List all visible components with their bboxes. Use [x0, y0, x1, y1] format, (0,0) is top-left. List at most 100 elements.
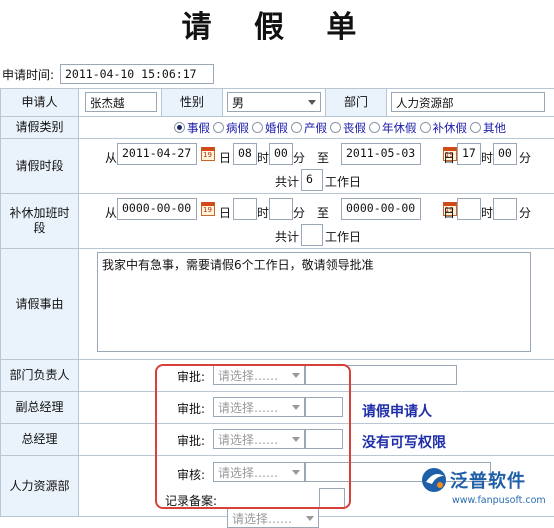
reason-textarea[interactable]: 我家中有急事，需要请假6个工作日，敬请领导批准 [97, 252, 531, 352]
annotation-applicant: 请假申请人 [362, 404, 432, 420]
leave-type-option[interactable]: 病假 [213, 120, 249, 136]
leave-type-label: 请假类别 [0, 116, 79, 139]
apply-time-row: 申请时间: 2011-04-10 15:06:17 [0, 62, 214, 86]
radio-button[interactable] [252, 122, 263, 133]
hr-label: 人力资源部 [0, 455, 79, 517]
radio-button[interactable] [174, 122, 185, 133]
leave-type-option-label: 年休假 [382, 120, 417, 135]
leave-type-option-label: 丧假 [343, 120, 366, 135]
leave-type-option-label: 事假 [187, 120, 210, 135]
minute-unit: 分 [519, 206, 532, 220]
leave-type-option-label: 产假 [304, 120, 327, 135]
leave-type-option[interactable]: 婚假 [252, 120, 288, 136]
calendar-icon[interactable] [201, 147, 215, 161]
comp-total-days[interactable] [301, 224, 323, 246]
department-field[interactable]: 人力资源部 [391, 92, 545, 112]
approve-label: 审批: [177, 434, 206, 448]
hour-unit: 时 [257, 206, 270, 220]
leave-type-option[interactable]: 其他 [470, 120, 506, 136]
leave-type-option[interactable]: 丧假 [330, 120, 366, 136]
leave-type-option[interactable]: 事假 [174, 120, 210, 136]
chevron-down-icon [308, 100, 316, 105]
record-label: 记录备案: [165, 494, 218, 508]
approve-label: 审批: [177, 402, 206, 416]
comp-end-date[interactable]: 0000-00-00 [341, 198, 421, 220]
leave-type-option[interactable]: 年休假 [369, 120, 417, 136]
hr-record-comment[interactable] [319, 488, 345, 508]
leave-type-option-label: 病假 [226, 120, 249, 135]
leave-type-option[interactable]: 补休假 [419, 120, 467, 136]
total-unit: 工作日 [325, 175, 362, 189]
to-label: 至 [317, 206, 330, 220]
radio-button[interactable] [291, 122, 302, 133]
day-unit: 日 [443, 206, 456, 220]
radio-button[interactable] [419, 122, 431, 133]
leave-type-option[interactable]: 产假 [291, 120, 327, 136]
radio-button[interactable] [330, 122, 341, 133]
leave-end-date[interactable]: 2011-05-03 [341, 143, 421, 165]
comp-end-minute[interactable] [493, 198, 517, 220]
from-label: 从 [105, 206, 118, 220]
chevron-down-icon [292, 373, 300, 378]
day-unit: 日 [443, 151, 456, 165]
gm-label: 总经理 [0, 423, 79, 456]
gm-select[interactable]: 请选择…… [213, 429, 305, 449]
comp-start-date[interactable]: 0000-00-00 [117, 198, 197, 220]
dept-head-label: 部门负责人 [0, 359, 79, 392]
leave-end-hour[interactable]: 17 [457, 143, 481, 165]
gender-value: 男 [232, 95, 245, 110]
radio-button[interactable] [213, 122, 224, 133]
vp-label: 副总经理 [0, 391, 79, 424]
chevron-down-icon [292, 470, 300, 475]
approve-label: 审批: [177, 370, 206, 384]
day-unit: 日 [219, 151, 232, 165]
leave-type-option-label: 婚假 [265, 120, 288, 135]
department-label: 部门 [325, 89, 387, 116]
review-label: 审核: [177, 468, 206, 482]
vp-select[interactable]: 请选择…… [213, 397, 305, 417]
gm-comment[interactable] [305, 429, 343, 449]
page-title: 请 假 单 [181, 10, 373, 45]
apply-time-label: 申请时间: [2, 67, 55, 82]
logo-url: www.fanpusoft.com [452, 495, 546, 506]
leave-start-date[interactable]: 2011-04-27 [117, 143, 197, 165]
annotation-no-permission: 没有可写权限 [362, 435, 446, 451]
dept-head-comment[interactable] [305, 365, 457, 385]
leave-period-label: 请假时段 [0, 138, 79, 194]
vp-comment[interactable] [305, 397, 343, 417]
applicant-field[interactable]: 张杰越 [85, 92, 157, 112]
leave-start-hour[interactable]: 08 [233, 143, 257, 165]
radio-button[interactable] [470, 122, 481, 133]
logo-icon [422, 468, 446, 492]
from-label: 从 [105, 151, 118, 165]
comp-end-hour[interactable] [457, 198, 481, 220]
to-label: 至 [317, 151, 330, 165]
logo-name: 泛普软件 [450, 471, 526, 492]
comp-period-label: 补休加班时段 [0, 193, 79, 249]
chevron-down-icon [292, 405, 300, 410]
comp-start-minute[interactable] [269, 198, 293, 220]
gender-select[interactable]: 男 [227, 92, 321, 112]
leave-start-minute[interactable]: 00 [269, 143, 293, 165]
brand-logo: 泛普软件 [420, 466, 526, 494]
minute-unit: 分 [519, 151, 532, 165]
hr-review-select[interactable]: 请选择…… [213, 462, 305, 482]
hour-unit: 时 [481, 151, 494, 165]
reason-label: 请假事由 [0, 248, 79, 360]
calendar-icon[interactable] [201, 202, 215, 216]
gender-label: 性别 [161, 89, 223, 116]
leave-end-minute[interactable]: 00 [493, 143, 517, 165]
radio-button[interactable] [369, 122, 380, 133]
apply-time-field[interactable]: 2011-04-10 15:06:17 [60, 64, 214, 84]
dept-head-select[interactable]: 请选择…… [213, 365, 305, 385]
hr-record-select[interactable]: 请选择…… [227, 508, 319, 528]
chevron-down-icon [292, 437, 300, 442]
hour-unit: 时 [481, 206, 494, 220]
applicant-label: 申请人 [0, 88, 79, 117]
hour-unit: 时 [257, 151, 270, 165]
total-unit: 工作日 [325, 230, 362, 244]
leave-total-days[interactable]: 6 [301, 169, 323, 191]
minute-unit: 分 [293, 151, 306, 165]
comp-start-hour[interactable] [233, 198, 257, 220]
leave-type-radio-group: 事假 病假 婚假 产假 丧假 年休假 补休假 其他 [79, 120, 554, 136]
